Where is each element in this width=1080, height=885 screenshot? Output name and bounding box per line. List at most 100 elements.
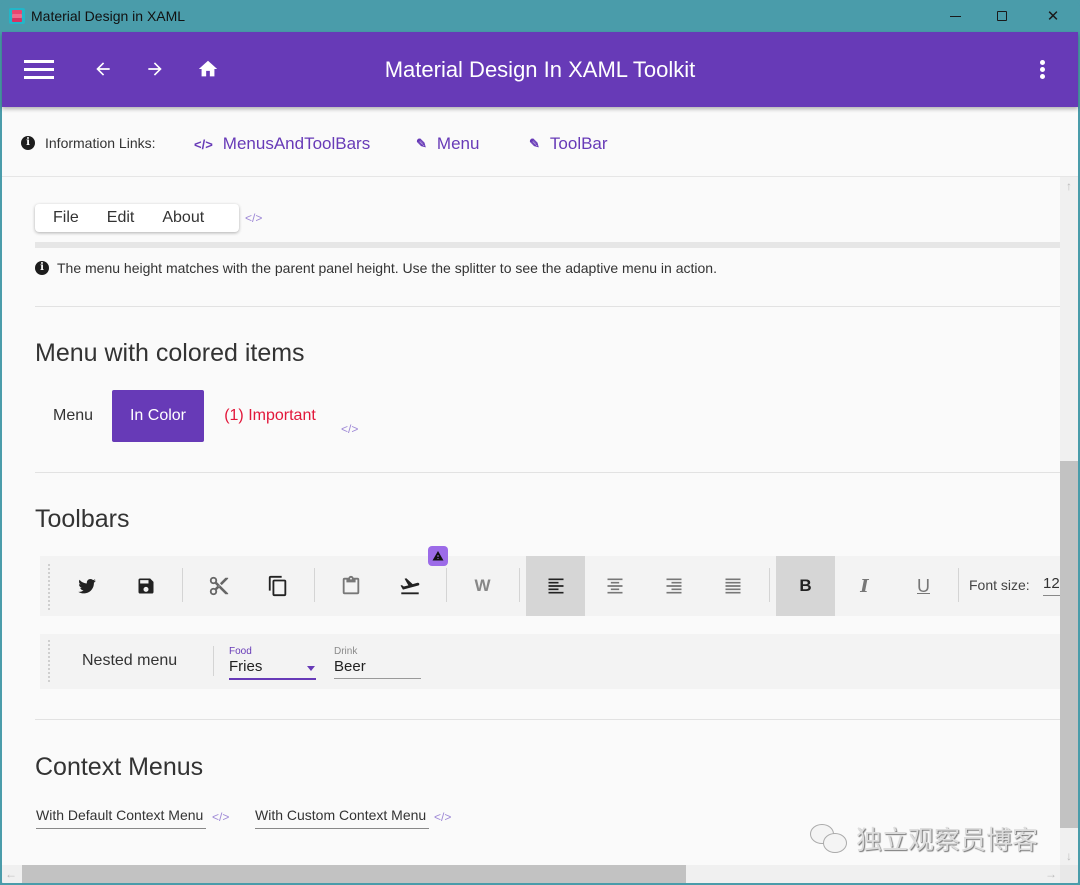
- vertical-scrollbar[interactable]: ↑ ↓: [1060, 177, 1078, 865]
- vertical-scroll-thumb[interactable]: [1060, 461, 1078, 828]
- scroll-up-icon[interactable]: ↑: [1060, 177, 1078, 195]
- divider: [35, 306, 1060, 307]
- save-button[interactable]: [116, 556, 175, 616]
- link-toolbar[interactable]: ✎ ToolBar: [529, 134, 608, 154]
- link-menus-and-toolbars[interactable]: </> MenusAndToolBars: [194, 134, 370, 154]
- scroll-right-icon[interactable]: →: [1042, 865, 1060, 883]
- toolbar-separator: [769, 568, 770, 602]
- info-icon: i: [35, 261, 49, 275]
- warning-badge: [428, 546, 448, 566]
- nested-menu[interactable]: Nested menu: [82, 652, 177, 670]
- section-heading-colored-menu: Menu with colored items: [35, 339, 305, 367]
- brush-icon: ✎: [416, 136, 427, 151]
- more-vert-icon: [1039, 58, 1045, 81]
- code-icon[interactable]: </>: [434, 810, 451, 824]
- info-icon: i: [21, 136, 35, 150]
- information-links-label: Information Links:: [45, 135, 156, 151]
- more-options-button[interactable]: [1032, 52, 1052, 86]
- scissors-icon: [209, 576, 228, 596]
- code-icon[interactable]: </>: [341, 422, 358, 436]
- code-icon: </>: [194, 136, 213, 152]
- menu-item-file[interactable]: File: [35, 209, 79, 227]
- food-label: Food: [229, 646, 252, 657]
- content-area: i Information Links: </> MenusAndToolBar…: [2, 107, 1078, 883]
- menu-item-edit[interactable]: Edit: [89, 209, 135, 227]
- menu-item-about[interactable]: About: [144, 209, 204, 227]
- nested-toolbar: Nested menu Food Fries Drink Beer: [40, 634, 1060, 689]
- grid-splitter[interactable]: [35, 242, 1060, 248]
- main-menu: File Edit About: [35, 204, 239, 232]
- close-button[interactable]: ✕: [1028, 0, 1078, 32]
- toolbar-separator: [182, 568, 183, 602]
- title-bar: Material Design in XAML ✕: [0, 0, 1080, 32]
- food-combobox[interactable]: Food Fries: [229, 646, 316, 680]
- font-size-label: Font size:: [969, 577, 1030, 593]
- copy-icon: [268, 575, 286, 597]
- close-icon: ✕: [1046, 8, 1060, 25]
- menu-item-menu[interactable]: Menu: [42, 390, 104, 442]
- scrollbar-corner: [1060, 865, 1078, 883]
- minimize-button[interactable]: [930, 0, 980, 32]
- align-justify-icon: [725, 578, 740, 594]
- toolbar-separator: [958, 568, 959, 602]
- window-title: Material Design in XAML: [31, 8, 186, 24]
- bold-button[interactable]: B: [776, 556, 835, 616]
- link-label: MenusAndToolBars: [222, 134, 371, 153]
- maximize-icon: [997, 11, 1007, 21]
- italic-button[interactable]: I: [835, 556, 894, 616]
- cut-button[interactable]: [189, 556, 248, 616]
- drink-value: Beer: [334, 658, 366, 675]
- app-title: Material Design In XAML Toolkit: [384, 57, 696, 82]
- menu-note: i The menu height matches with the paren…: [35, 260, 717, 276]
- horizontal-scroll-thumb[interactable]: [22, 865, 686, 883]
- menu-item-important[interactable]: (1) Important: [214, 390, 326, 442]
- paste-button[interactable]: [321, 556, 380, 616]
- menu-item-in-color[interactable]: In Color: [112, 390, 204, 442]
- copy-button[interactable]: [248, 556, 307, 616]
- align-justify-button[interactable]: [703, 556, 762, 616]
- information-links-bar: i Information Links: </> MenusAndToolBar…: [2, 107, 1078, 177]
- toolbar-separator: [213, 646, 214, 676]
- formatting-toolbar: W B I U Font size: 12: [40, 546, 1060, 616]
- maximize-button[interactable]: [977, 0, 1027, 32]
- underline-button[interactable]: U: [894, 556, 953, 616]
- code-icon[interactable]: </>: [212, 810, 229, 824]
- section-heading-toolbars: Toolbars: [35, 505, 130, 533]
- font-size-input[interactable]: 12: [1043, 575, 1060, 596]
- drink-input[interactable]: Drink Beer: [334, 646, 421, 679]
- toolbar-grip[interactable]: [48, 564, 50, 610]
- drink-label: Drink: [334, 646, 358, 657]
- toolbar-separator: [519, 568, 520, 602]
- horizontal-scrollbar[interactable]: ← →: [2, 865, 1060, 883]
- app-bar: Material Design In XAML Toolkit: [2, 32, 1078, 107]
- warning-icon: [432, 551, 444, 561]
- align-right-icon: [666, 578, 681, 594]
- chevron-down-icon: [307, 666, 315, 671]
- code-icon[interactable]: </>: [245, 211, 262, 225]
- link-label: ToolBar: [549, 134, 608, 153]
- align-center-button[interactable]: [585, 556, 644, 616]
- word-button[interactable]: W: [453, 556, 512, 616]
- scroll-left-icon[interactable]: ←: [2, 865, 20, 883]
- scroll-down-icon[interactable]: ↓: [1060, 847, 1078, 865]
- custom-context-menu-textbox[interactable]: With Custom Context Menu: [255, 807, 429, 829]
- toolbar-separator: [446, 568, 447, 602]
- clipboard-icon: [342, 575, 359, 595]
- app-logo-icon: [9, 8, 25, 24]
- divider: [35, 472, 1060, 473]
- toolbar-grip[interactable]: [48, 640, 50, 682]
- toolbar-separator: [314, 568, 315, 602]
- align-right-button[interactable]: [644, 556, 703, 616]
- scroll-viewer: File Edit About </> i The menu height ma…: [2, 177, 1060, 865]
- save-icon: [138, 578, 153, 594]
- link-menu[interactable]: ✎ Menu: [416, 134, 479, 154]
- twitter-button[interactable]: [57, 556, 116, 616]
- food-value: Fries: [229, 658, 263, 675]
- align-center-icon: [607, 578, 622, 594]
- link-label: Menu: [436, 134, 480, 153]
- align-left-button[interactable]: [526, 556, 585, 616]
- note-text: The menu height matches with the parent …: [57, 260, 717, 276]
- twitter-icon: [77, 579, 96, 594]
- app-window: Material Design in XAML ✕ Material Desig…: [0, 0, 1080, 885]
- default-context-menu-textbox[interactable]: With Default Context Menu: [36, 807, 206, 829]
